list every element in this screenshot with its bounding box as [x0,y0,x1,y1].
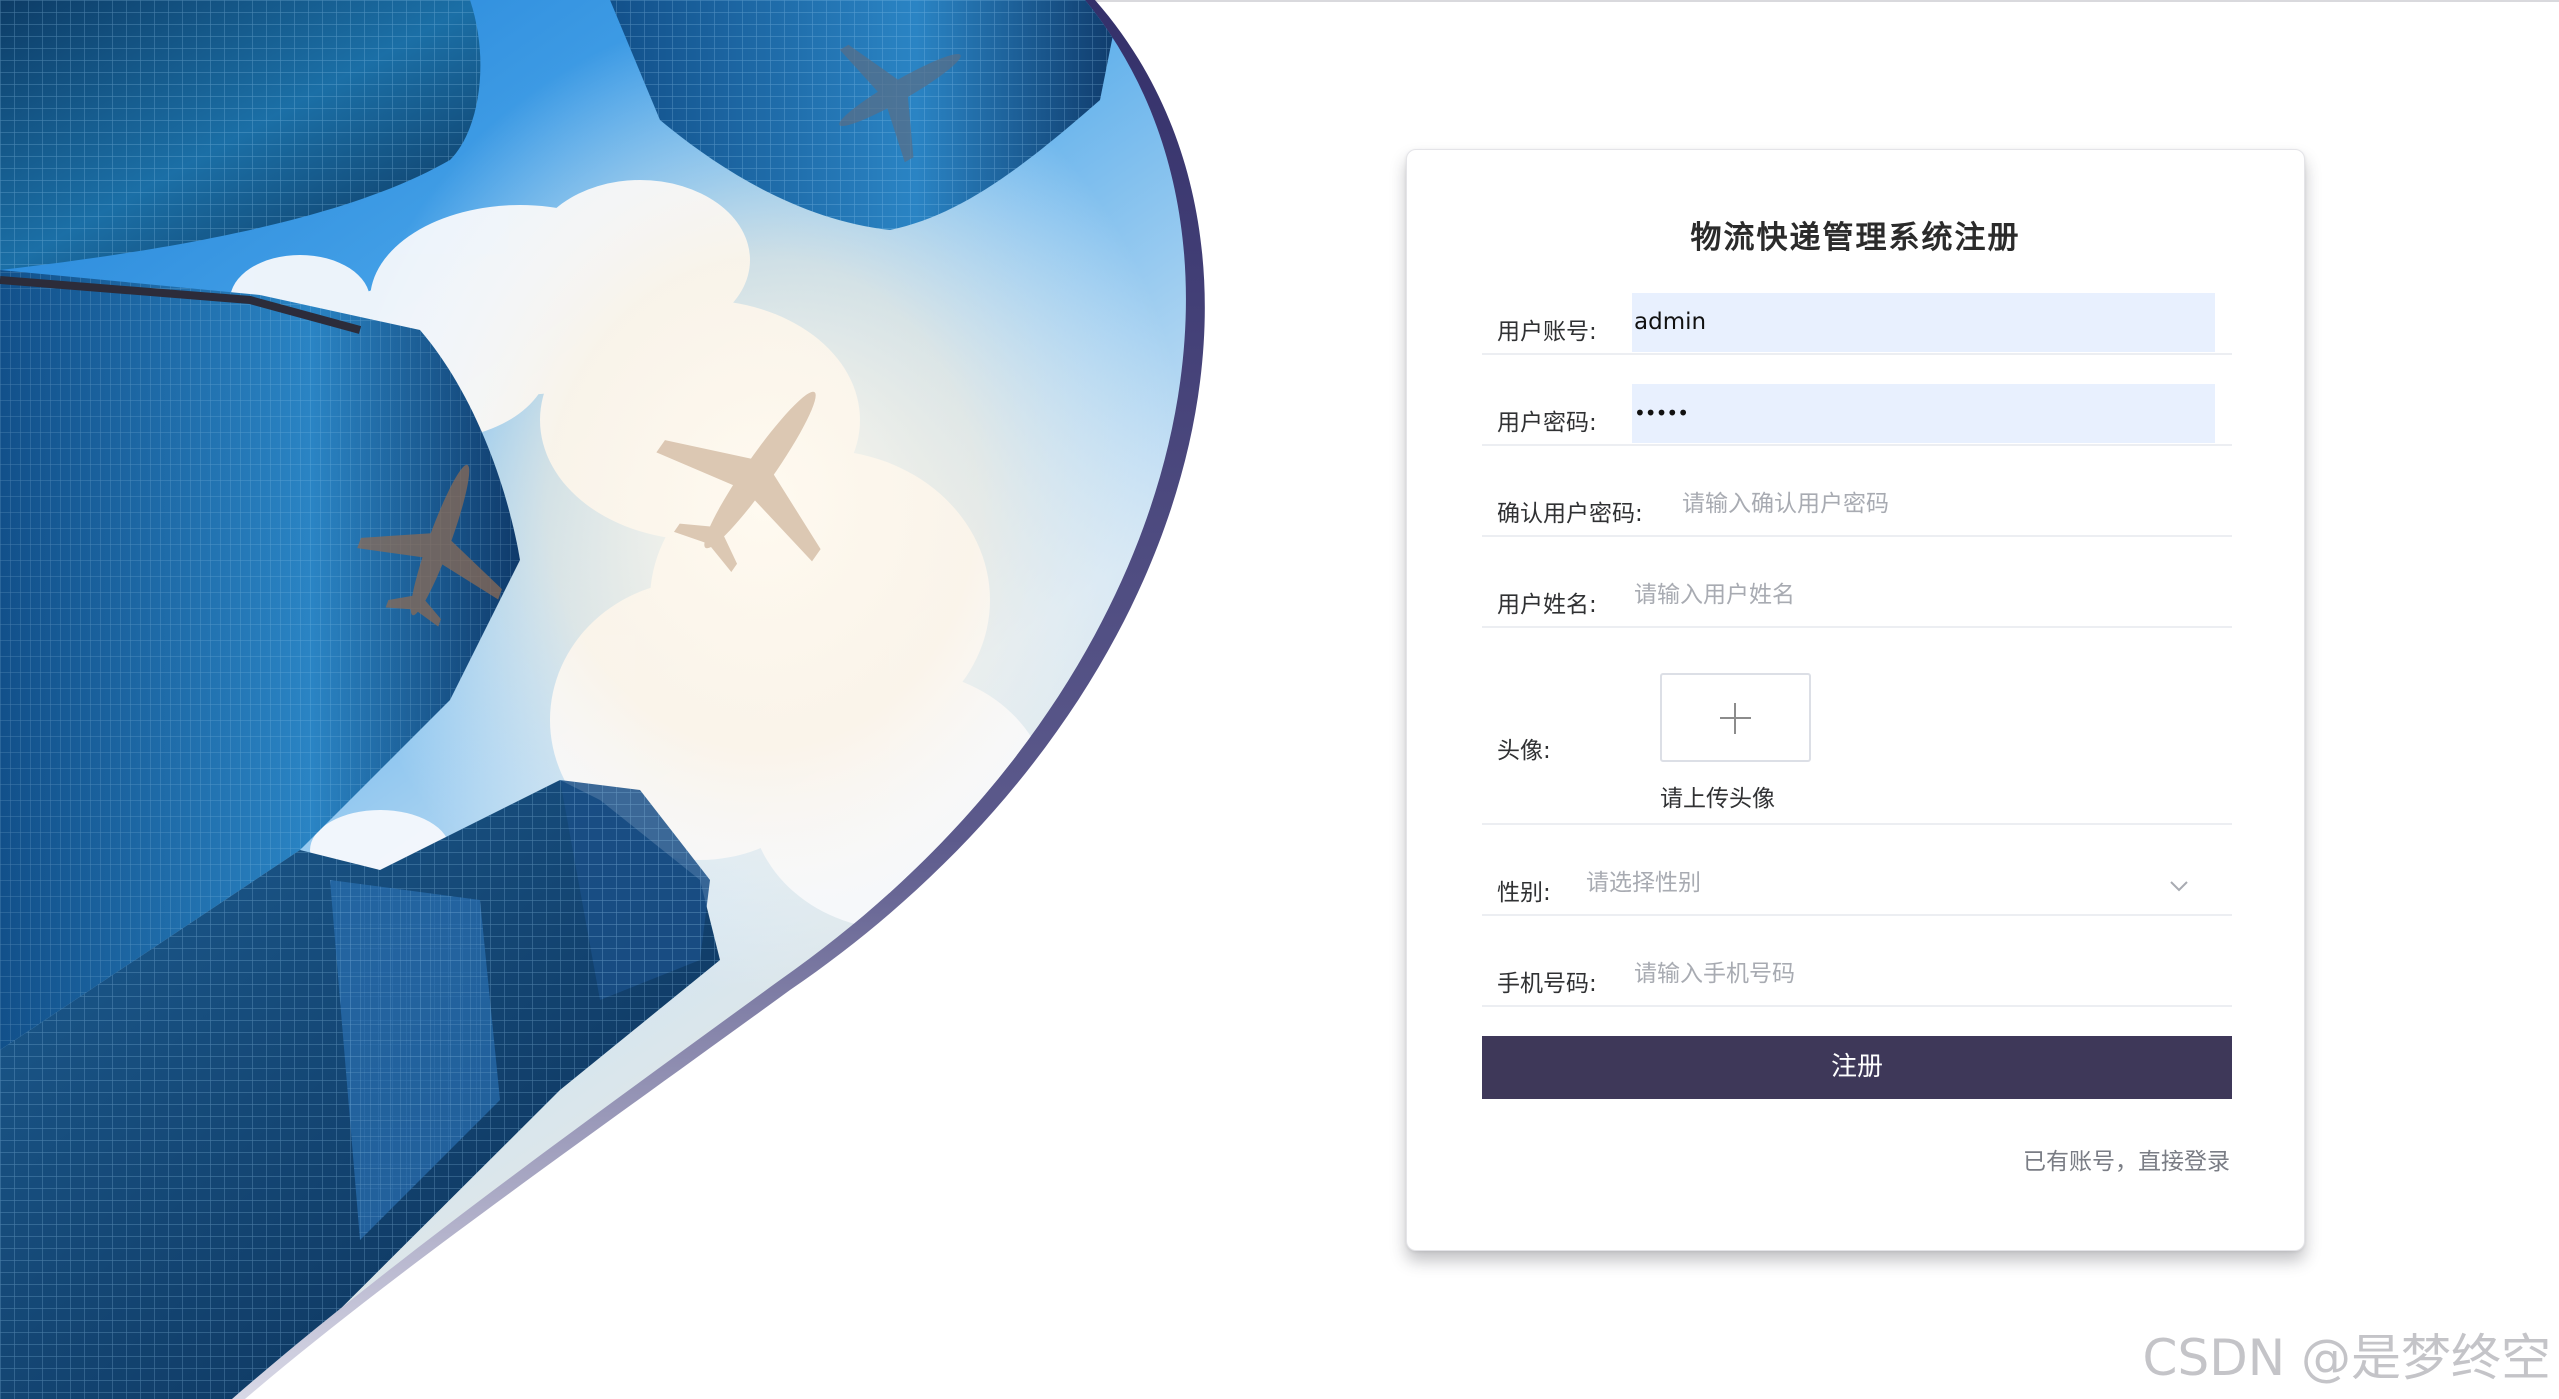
phone-row: 手机号码: 请输入手机号码 [1482,945,2232,1007]
confirm-password-input[interactable]: 请输入确认用户密码 [1680,475,2215,534]
avatar-hint: 请上传头像 [1660,786,1775,812]
real-name-input[interactable]: 请输入用户姓名 [1632,566,2215,625]
gender-row: 性别: 请选择性别 [1482,854,2232,916]
csdn-watermark: CSDN @是梦终空 [2142,1329,2551,1387]
username-label: 用户账号: [1497,319,1597,345]
phone-input[interactable]: 请输入手机号码 [1632,945,2215,1004]
form-title: 物流快递管理系统注册 [1690,220,2021,256]
confirm-password-label: 确认用户密码: [1497,501,1643,527]
avatar-label: 头像: [1497,738,1551,764]
gender-label: 性别: [1497,880,1551,906]
gender-select[interactable]: 请选择性别 [1584,854,2215,913]
password-row: 用户密码: ••••• [1482,384,2232,446]
real-name-label: 用户姓名: [1497,592,1597,618]
register-page: 物流快递管理系统注册 用户账号: admin 用户密码: ••••• 确认用户密… [0,0,2559,1399]
hero-image [0,0,1205,1399]
password-input[interactable]: ••••• [1632,384,2215,443]
avatar-upload[interactable] [1660,673,1811,762]
avatar-row: 头像: 请上传头像 [1482,673,2232,825]
username-input[interactable]: admin [1632,293,2215,352]
password-label: 用户密码: [1497,410,1597,436]
gender-select-placeholder: 请选择性别 [1586,870,1701,896]
register-card: 物流快递管理系统注册 用户账号: admin 用户密码: ••••• 确认用户密… [1406,149,2305,1251]
username-row: 用户账号: admin [1482,293,2232,355]
confirm-password-row: 确认用户密码: 请输入确认用户密码 [1482,475,2232,537]
real-name-row: 用户姓名: 请输入用户姓名 [1482,566,2232,628]
phone-label: 手机号码: [1497,971,1597,997]
chevron-down-icon [2170,881,2188,892]
login-link[interactable]: 已有账号，直接登录 [2023,1142,2230,1176]
register-button[interactable]: 注册 [1482,1036,2232,1099]
